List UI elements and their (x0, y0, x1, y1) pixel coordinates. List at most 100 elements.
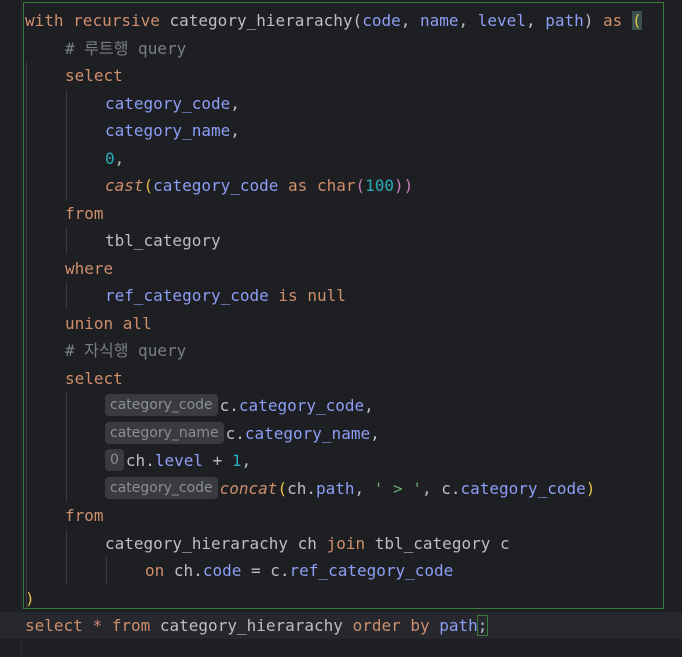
keyword: null (307, 286, 346, 305)
alias: ch (173, 561, 194, 580)
inlay-hint: category_code (105, 476, 218, 499)
comma: , (354, 479, 374, 498)
cte-column: name (419, 11, 459, 30)
code-editor[interactable]: with recursive category_hierarachy ( code,… (0, 0, 682, 657)
star: * (92, 616, 103, 635)
keyword: join (326, 534, 366, 553)
code-line-6[interactable]: 0, (105, 145, 124, 172)
code-line-15[interactable]: category_code c.category_code, (105, 392, 374, 419)
function: cast (105, 176, 144, 195)
keyword: as (288, 176, 308, 195)
code-line-20[interactable]: category_hierarachy ch join tbl_category… (105, 530, 510, 557)
code-line-5[interactable]: category_name, (105, 117, 240, 144)
code-line-11[interactable]: ref_category_code is null (105, 282, 346, 309)
type: char (316, 176, 356, 195)
cte-column: code (362, 11, 401, 30)
column: category_code (105, 94, 231, 113)
paren: ( (355, 176, 366, 195)
comma: , (230, 94, 240, 113)
code-line-4[interactable]: category_code, (105, 90, 240, 117)
keyword: from (65, 506, 104, 525)
dot: . (235, 424, 245, 443)
operator: + (203, 451, 232, 470)
paren: )) (394, 176, 414, 195)
column: category_code (153, 176, 279, 195)
comma: , (364, 396, 374, 415)
keyword: is (278, 286, 298, 305)
code-line-23[interactable]: select * from category_hierarachy order … (25, 612, 489, 639)
column: ref_category_code (289, 561, 454, 580)
column: path (315, 479, 355, 498)
number: 1 (231, 451, 242, 470)
comma: , (114, 149, 125, 168)
keyword: select (25, 616, 83, 635)
code-line-13[interactable]: # 자식행 query (65, 337, 186, 364)
comma: , (370, 424, 380, 443)
function: concat (219, 479, 278, 498)
paren: ) (25, 589, 35, 608)
code-line-9[interactable]: tbl_category (105, 227, 221, 254)
code-line-18[interactable]: category_code concat(ch.path, ' > ', c.ca… (105, 475, 595, 502)
paren: ( (277, 479, 288, 498)
comma: , (458, 11, 478, 30)
inlay-hint: category_code (105, 393, 218, 416)
alias: c (225, 424, 236, 443)
column: level (154, 451, 203, 470)
cte-column: level (477, 11, 526, 30)
table-name: tbl_category (374, 534, 491, 553)
column: category_code (238, 396, 365, 415)
code-line-17[interactable]: 0 ch.level + 1, (105, 447, 251, 474)
operator: = (241, 561, 271, 580)
code-line-3[interactable]: select (65, 62, 123, 89)
indent-guide (106, 557, 107, 585)
alias: c (219, 396, 230, 415)
alias: c (270, 561, 280, 580)
code-line-22[interactable]: ) (25, 585, 35, 612)
keyword: recursive (73, 11, 160, 30)
keyword: from (65, 204, 104, 223)
inlay-hint: 0 (105, 448, 124, 471)
code-line-10[interactable]: where (65, 255, 113, 282)
paren: ( (143, 176, 154, 195)
column: code (202, 561, 242, 580)
alias: ch (297, 534, 317, 553)
code-line-14[interactable]: select (65, 365, 123, 392)
table-name: tbl_category (105, 231, 221, 250)
indent-guide (26, 62, 27, 608)
indent-guide (66, 530, 67, 585)
alias: c (499, 534, 510, 553)
comma: , (525, 11, 546, 30)
code-line-21[interactable]: on ch.code = c.ref_category_code (145, 557, 453, 584)
code-line-7[interactable]: cast(category_code as char(100)) (105, 172, 413, 199)
comma: , (421, 479, 442, 498)
code-line-12[interactable]: union all (65, 310, 152, 337)
code-line-19[interactable]: from (65, 502, 104, 529)
table-name: category_hierarachy (105, 534, 289, 553)
code-line-1[interactable]: with recursive category_hierarachy(code,… (25, 7, 642, 34)
indent-guide (66, 392, 67, 502)
comment: # 루트행 query (65, 39, 187, 58)
cte-column: path (545, 11, 584, 30)
indent-guide (66, 227, 67, 254)
keyword: order by (352, 616, 430, 635)
indent-guide (66, 90, 67, 200)
dot: . (229, 396, 239, 415)
code-line-2[interactable]: # 루트행 query (65, 35, 186, 62)
gutter-divider (21, 0, 22, 657)
column: ref_category_code (105, 286, 269, 305)
dot: . (279, 561, 290, 580)
comma: , (241, 451, 252, 470)
indent-guide (66, 282, 67, 309)
dot: . (145, 451, 155, 470)
code-line-16[interactable]: category_name c.category_name, (105, 420, 380, 447)
keyword: as (603, 11, 623, 30)
keyword: from (111, 616, 151, 635)
dot: . (450, 479, 461, 498)
keyword: select (65, 369, 123, 388)
keyword: with (25, 11, 64, 30)
comma: , (400, 11, 420, 30)
paren: ) (583, 11, 594, 30)
dot: . (306, 479, 316, 498)
code-line-8[interactable]: from (65, 200, 104, 227)
paren: ) (585, 479, 596, 498)
